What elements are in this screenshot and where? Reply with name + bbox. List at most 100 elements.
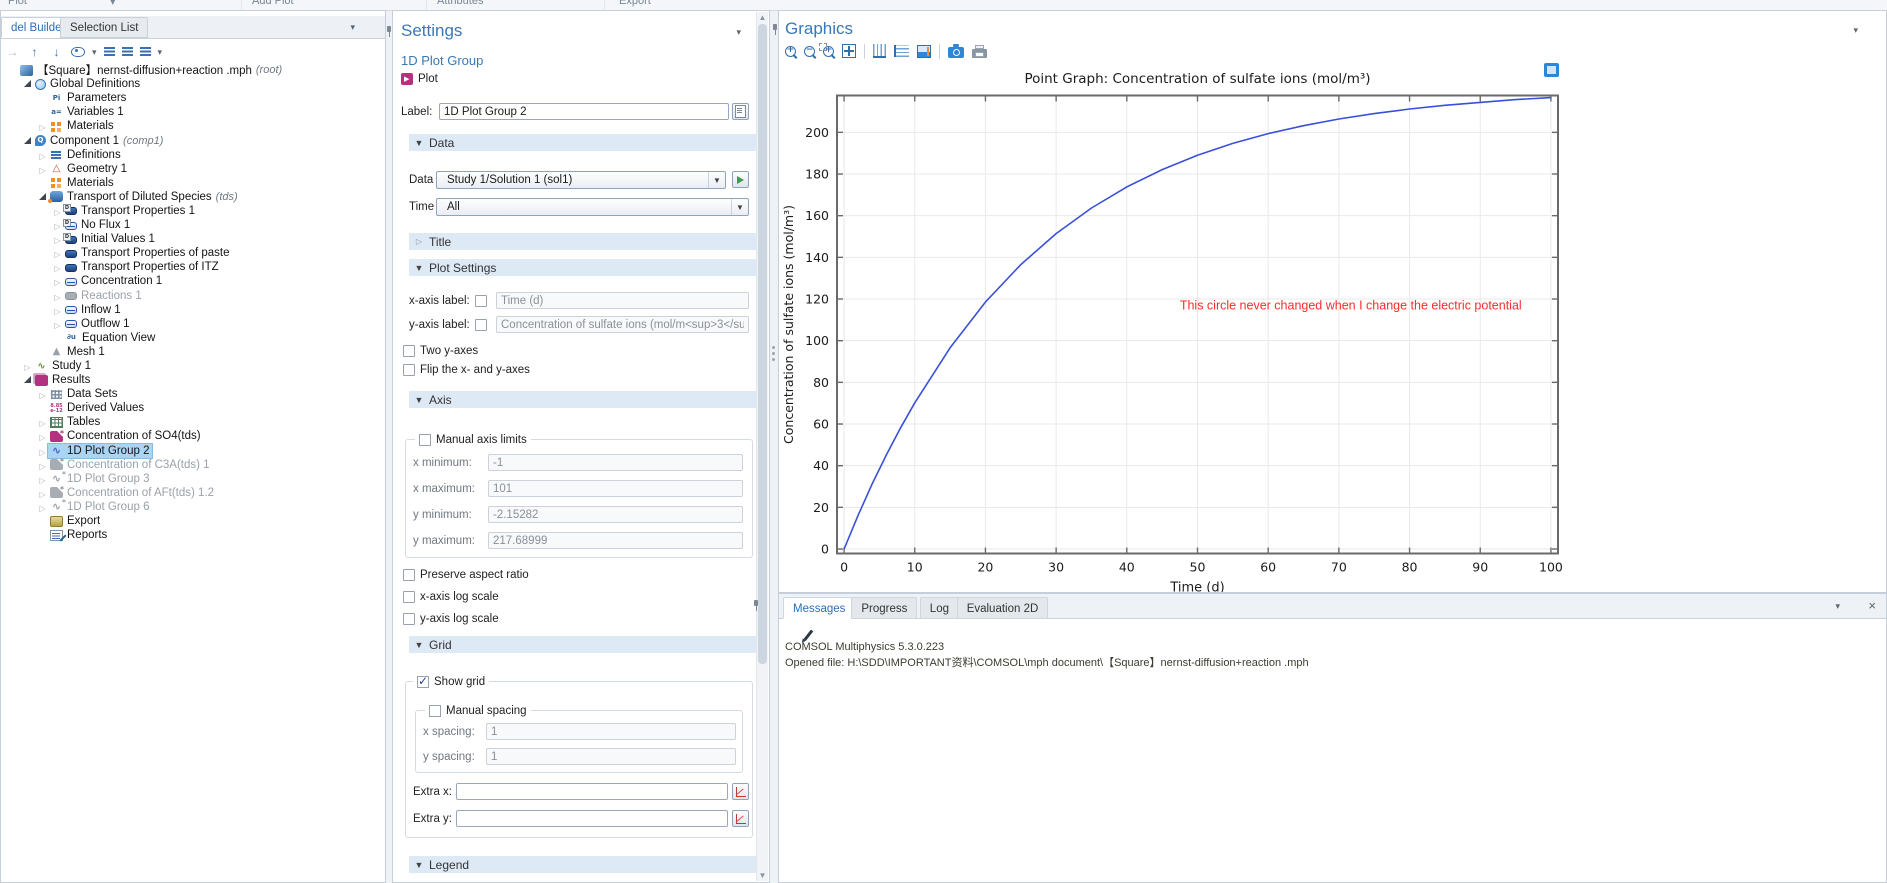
ribbon-plot-caret[interactable]: ▾ — [110, 0, 116, 8]
section-plot-settings[interactable]: ▼ Plot Settings — [409, 259, 761, 276]
splitter-handle[interactable] — [772, 346, 775, 349]
x-axis-label-checkbox[interactable] — [475, 295, 487, 307]
preserve-aspect-checkbox[interactable] — [403, 569, 415, 581]
time-selection-combo[interactable]: All ▼ — [436, 198, 749, 216]
extra-x-input[interactable] — [456, 783, 728, 800]
show-icon[interactable] — [71, 47, 85, 57]
tree-item-parameters[interactable]: Parameters — [3, 91, 383, 105]
section-axis[interactable]: ▼ Axis — [409, 391, 761, 408]
print-icon[interactable] — [972, 49, 987, 58]
settings-pin-icon[interactable] — [384, 25, 394, 38]
tree-item-equation-view[interactable]: Equation View — [3, 331, 383, 345]
y-axis-label-input[interactable] — [496, 316, 749, 333]
tree-item-concentration-of-c3a-tds-1[interactable]: Concentration of C3A(tds) 1 — [3, 458, 383, 472]
tab-evaluation-2d[interactable]: Evaluation 2D — [957, 597, 1049, 619]
tree-expander-icon[interactable] — [22, 371, 33, 389]
tree-expander-icon[interactable] — [22, 132, 33, 150]
y-minimum-input[interactable] — [488, 506, 743, 523]
show-caret-icon[interactable]: ▾ — [92, 47, 97, 58]
dataset-combo[interactable]: Study 1/Solution 1 (sol1) ▼ — [436, 171, 726, 189]
y-grid-icon[interactable] — [894, 45, 909, 57]
tree-item-study-1[interactable]: Study 1 — [3, 359, 383, 373]
extra-y-range-button[interactable] — [732, 810, 749, 827]
tree-item-materials[interactable]: Materials — [3, 119, 383, 133]
zoom-extents-icon[interactable] — [842, 44, 856, 58]
x-spacing-input[interactable] — [486, 723, 736, 740]
tree-item-transport-of-diluted-species[interactable]: Transport of Diluted Species(tds) — [3, 190, 383, 204]
tab-messages[interactable]: Messages — [783, 597, 855, 619]
show-grid-row[interactable]: Show grid — [413, 675, 489, 688]
tree-item-concentration-of-so4-tds[interactable]: Concentration of SO4(tds) — [3, 429, 383, 443]
tab-log[interactable]: Log — [920, 597, 959, 619]
x-minimum-input[interactable] — [488, 454, 743, 471]
splitter-handle[interactable] — [772, 358, 775, 361]
scroll-up-icon[interactable]: ▲ — [757, 13, 768, 22]
manual-spacing-checkbox[interactable] — [429, 705, 441, 717]
settings-scrollbar[interactable]: ▲ ▼ — [756, 12, 768, 881]
two-y-axes-checkbox[interactable] — [403, 345, 415, 357]
image-snapshot-icon[interactable] — [917, 45, 931, 58]
pin-icon[interactable] — [0, 20, 1, 33]
model-tree-nodes-icon[interactable] — [140, 47, 151, 57]
flip-axes-checkbox[interactable] — [403, 364, 415, 376]
tree-expander-icon[interactable] — [37, 498, 48, 516]
label-input[interactable] — [439, 103, 729, 120]
tree-item-1d-plot-group-6[interactable]: 1D Plot Group 6 — [3, 500, 383, 514]
manual-axis-limits-row[interactable]: Manual axis limits — [415, 433, 531, 446]
settings-menu-caret-icon[interactable]: ▾ — [736, 27, 741, 38]
tree-item-outflow-1[interactable]: Outflow 1 — [3, 317, 383, 331]
tree-item-results[interactable]: Results — [3, 373, 383, 387]
splitter-handle[interactable] — [772, 352, 775, 355]
scroll-down-icon[interactable]: ▼ — [757, 871, 768, 880]
manual-spacing-row[interactable]: Manual spacing — [425, 704, 531, 717]
tree-item-mesh-1[interactable]: Mesh 1 — [3, 345, 383, 359]
x-axis-label-input[interactable] — [496, 292, 749, 309]
tree-item-geometry-1[interactable]: Geometry 1 — [3, 162, 383, 176]
tree-item-global-definitions[interactable]: Global Definitions — [3, 77, 383, 91]
y-maximum-input[interactable] — [488, 532, 743, 549]
tree-item-materials[interactable]: Materials — [3, 176, 383, 190]
camera-icon[interactable] — [948, 47, 964, 58]
section-legend[interactable]: ▼ Legend — [409, 856, 761, 873]
extra-y-input[interactable] — [456, 810, 728, 827]
tree-item-square-nernst-diffusion-reaction-mph[interactable]: 【Square】nernst-diffusion+reaction .mph(r… — [3, 63, 383, 77]
collapse-all-icon[interactable] — [104, 47, 115, 57]
rename-button[interactable] — [732, 103, 749, 120]
x-log-checkbox[interactable] — [403, 591, 415, 603]
ribbon-group-attributes[interactable]: Attributes — [437, 0, 483, 7]
tab-progress[interactable]: Progress — [851, 597, 917, 619]
tree-item-definitions[interactable]: Definitions — [3, 148, 383, 162]
ribbon-group-plot[interactable]: Plot — [8, 0, 27, 7]
tree-expander-icon[interactable] — [22, 75, 33, 93]
graphics-menu-caret-icon[interactable]: ▾ — [1853, 25, 1858, 36]
show-grid-checkbox[interactable] — [417, 676, 429, 688]
ribbon-group-add-plot[interactable]: Add Plot — [252, 0, 294, 7]
tree-expander-icon[interactable] — [37, 385, 48, 403]
y-log-checkbox[interactable] — [403, 613, 415, 625]
nodes-caret-icon[interactable]: ▾ — [158, 47, 163, 58]
zoom-out-icon[interactable]: − — [804, 46, 815, 57]
tab-selection-list[interactable]: Selection List — [60, 17, 148, 38]
section-title[interactable]: ▷ Title — [409, 233, 761, 250]
ribbon-group-export[interactable]: Export — [619, 0, 651, 7]
messages-menu-caret-icon[interactable]: ▾ — [1835, 601, 1840, 612]
plot-svg[interactable]: 0102030405060708090100020406080100120140… — [779, 59, 1886, 592]
messages-pin-icon[interactable] — [751, 599, 761, 612]
zoom-box-icon[interactable]: + — [823, 46, 834, 57]
plot-button[interactable]: ▶ Plot — [401, 73, 438, 85]
x-grid-icon[interactable] — [873, 44, 886, 58]
go-forward-icon[interactable]: → — [5, 44, 20, 60]
tree-item-export[interactable]: Export — [3, 514, 383, 528]
tree-expander-icon[interactable] — [37, 188, 48, 206]
move-up-icon[interactable]: ↑ — [27, 44, 42, 60]
tree-item-concentration-of-aft-tds-1-2[interactable]: Concentration of AFt(tds) 1.2 — [3, 486, 383, 500]
tree-item-component-1[interactable]: Component 1(comp1) — [3, 133, 383, 147]
tree-item-data-sets[interactable]: Data Sets — [3, 387, 383, 401]
x-maximum-input[interactable] — [488, 480, 743, 497]
tree-item-derived-values[interactable]: Derived Values — [3, 401, 383, 415]
zoom-in-icon[interactable]: + — [785, 46, 796, 57]
y-spacing-input[interactable] — [486, 748, 736, 765]
section-data[interactable]: ▼ Data — [409, 134, 761, 151]
panel-menu-caret-icon[interactable]: ▾ — [350, 22, 355, 33]
move-down-icon[interactable]: ↓ — [49, 44, 64, 60]
